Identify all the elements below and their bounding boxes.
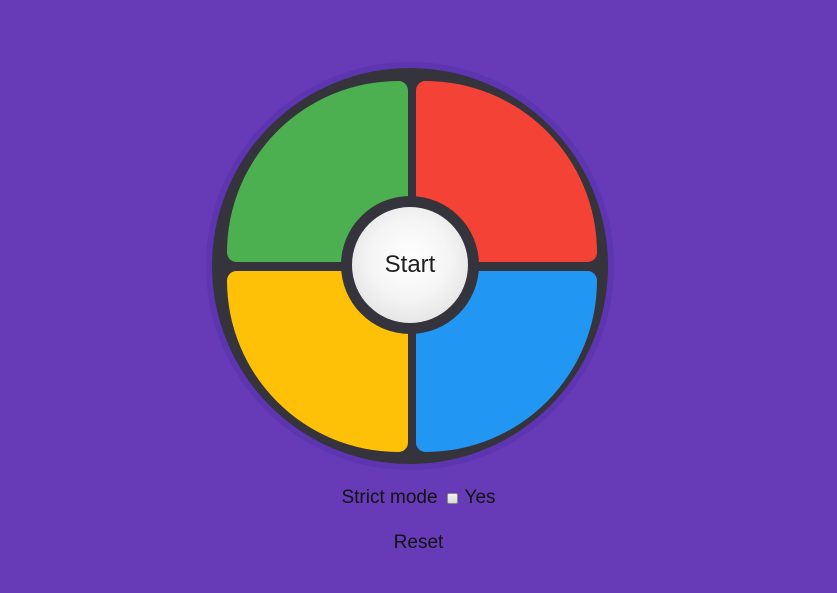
strict-mode-checkbox[interactable]	[446, 492, 458, 504]
strict-mode-label: Strict mode	[341, 487, 438, 508]
reset-row: Reset	[0, 532, 837, 554]
strict-mode-option-label: Yes	[464, 487, 496, 508]
center-ring: Start	[341, 196, 479, 334]
reset-button[interactable]: Reset	[394, 532, 444, 554]
start-button[interactable]: Start	[352, 207, 468, 323]
game-board: Start	[212, 68, 608, 464]
strict-mode-control: Strict mode Yes	[0, 487, 837, 509]
